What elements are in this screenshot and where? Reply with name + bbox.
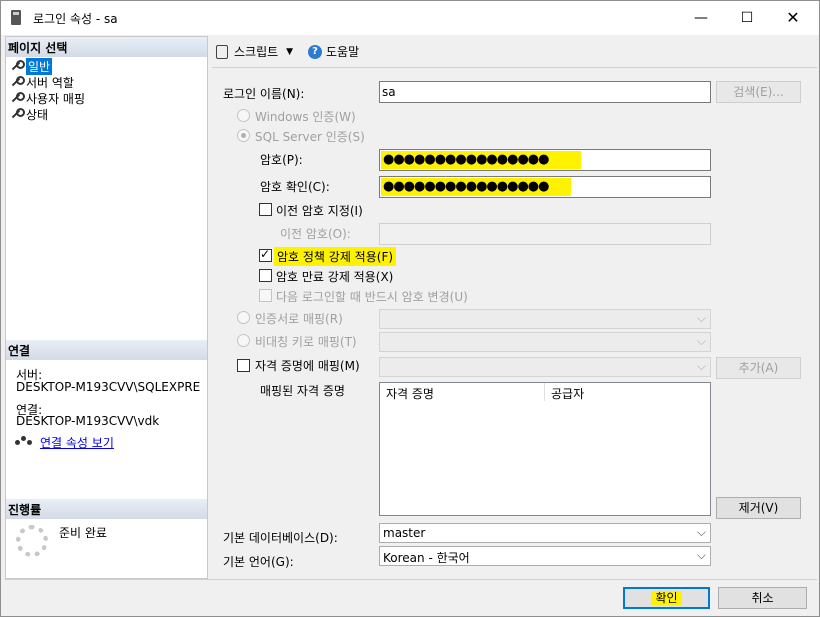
chevron-down-icon: ⌵	[696, 359, 706, 373]
login-name-label: 로그인 이름(N):	[223, 87, 305, 101]
help-icon: ?	[308, 44, 322, 59]
login-properties-dialog: 로그인 속성 - sa — ☐ ✕ 페이지 선택 일반 서버 역할 사용자 매핑…	[0, 0, 820, 617]
minimize-button[interactable]: —	[678, 1, 724, 35]
nav-item-user-mapping[interactable]: 사용자 매핑	[10, 90, 85, 106]
default-database-label: 기본 데이터베이스(D):	[223, 531, 338, 545]
old-password-field[interactable]	[379, 223, 711, 245]
nav-item-label: 서버 역할	[26, 75, 74, 90]
asym-key-mapped-label: 비대칭 키로 매핑(T)	[255, 335, 357, 349]
must-change-checkbox[interactable]	[259, 289, 272, 302]
left-pane: 페이지 선택 일반 서버 역할 사용자 매핑 상태 연결 서버: DESKTOP…	[5, 36, 208, 579]
window-title: 로그인 속성 - sa	[33, 12, 118, 26]
chevron-down-icon: ⌵	[696, 548, 706, 562]
mapped-credentials-label: 매핑된 자격 증명	[260, 384, 345, 398]
asymmetric-key-select[interactable]: ⌵	[379, 332, 711, 352]
enforce-expiration-label: 암호 만료 강제 적용(X)	[276, 270, 394, 284]
view-connection-properties-link[interactable]: 연결 속성 보기	[40, 434, 114, 451]
login-name-field[interactable]: sa	[379, 81, 711, 103]
asym-key-mapped-radio[interactable]	[237, 334, 250, 347]
default-language-value: Korean - 한국어	[383, 551, 470, 565]
chevron-down-icon: ⌵	[696, 311, 706, 325]
specify-old-password-label: 이전 암호 지정(I)	[276, 204, 363, 218]
wrench-icon	[10, 108, 25, 120]
password-label: 암호(P):	[260, 153, 303, 167]
specify-old-password-checkbox[interactable]	[259, 203, 272, 216]
nav-item-label: 사용자 매핑	[26, 91, 86, 106]
password-field[interactable]: ●●●●●●●●●●●●●●●●	[379, 149, 711, 171]
default-database-select[interactable]: master ⌵	[379, 523, 711, 543]
certificate-select[interactable]: ⌵	[379, 309, 711, 329]
wrench-icon	[10, 76, 25, 88]
enforce-expiration-checkbox[interactable]	[259, 269, 272, 282]
default-language-select[interactable]: Korean - 한국어 ⌵	[379, 546, 711, 566]
confirm-password-label: 암호 확인(C):	[260, 180, 330, 194]
default-language-label: 기본 언어(G):	[223, 555, 294, 569]
footer-divider	[5, 579, 817, 580]
ok-button[interactable]: 확인	[623, 587, 710, 609]
close-button[interactable]: ✕	[770, 1, 816, 35]
cert-mapped-label: 인증서로 매핑(R)	[255, 312, 343, 326]
chevron-down-icon: ⌵	[696, 525, 706, 539]
toolbar: 스크립트 ▼ ? 도움말	[212, 37, 817, 65]
title-bar: 로그인 속성 - sa — ☐ ✕	[1, 1, 819, 35]
cert-mapped-radio[interactable]	[237, 311, 250, 324]
password-mask: ●●●●●●●●●●●●●●●●	[381, 151, 581, 169]
credential-mapped-label: 자격 증명에 매핑(M)	[255, 359, 360, 373]
remove-credential-button[interactable]: 제거(V)	[716, 497, 801, 519]
script-button[interactable]: 스크립트 ▼	[216, 43, 293, 60]
must-change-label: 다음 로그인할 때 반드시 암호 변경(U)	[276, 290, 468, 304]
toolbar-divider	[212, 67, 817, 68]
nav-item-label: 일반	[26, 57, 53, 75]
maximize-button[interactable]: ☐	[724, 1, 770, 35]
chevron-down-icon: ⌵	[696, 334, 706, 348]
sql-auth-radio[interactable]	[237, 129, 250, 142]
chevron-down-icon[interactable]: ▼	[286, 47, 293, 57]
cancel-button[interactable]: 취소	[718, 587, 807, 609]
help-button[interactable]: ? 도움말	[308, 43, 359, 60]
server-value: DESKTOP-M193CVV\SQLEXPRE	[16, 380, 201, 394]
connection-icon	[15, 436, 33, 450]
nav-item-general[interactable]: 일반	[10, 57, 53, 75]
nav-item-server-roles[interactable]: 서버 역할	[10, 74, 74, 90]
connection-value: DESKTOP-M193CVV\vdk	[16, 414, 160, 428]
default-database-value: master	[383, 526, 426, 540]
sql-auth-label: SQL Server 인증(S)	[255, 130, 365, 144]
wrench-icon	[10, 60, 25, 72]
add-credential-button[interactable]: 추가(A)	[716, 357, 801, 379]
help-label: 도움말	[326, 45, 360, 59]
ok-button-label: 확인	[651, 591, 682, 605]
windows-auth-radio[interactable]	[237, 109, 250, 122]
windows-auth-label: Windows 인증(W)	[255, 110, 356, 124]
progress-status: 준비 완료	[59, 526, 107, 540]
nav-item-label: 상태	[26, 107, 49, 122]
credential-mapped-checkbox[interactable]	[237, 359, 250, 372]
page-select-header: 페이지 선택	[6, 37, 207, 57]
nav-item-status[interactable]: 상태	[10, 106, 48, 122]
grid-header-provider[interactable]: 공급자	[545, 383, 710, 401]
grid-header-credential[interactable]: 자격 증명	[380, 383, 545, 401]
progress-spinner-icon	[16, 525, 48, 557]
search-button[interactable]: 검색(E)...	[716, 81, 801, 103]
connection-header: 연결	[6, 340, 207, 360]
old-password-label: 이전 암호(O):	[280, 227, 351, 241]
wrench-icon	[10, 92, 25, 104]
server-icon	[11, 10, 21, 25]
script-label: 스크립트	[234, 45, 279, 59]
confirm-password-field[interactable]: ●●●●●●●●●●●●●●●●	[379, 176, 711, 198]
credential-select[interactable]: ⌵	[379, 357, 711, 377]
mapped-credentials-grid[interactable]: 자격 증명 공급자	[379, 382, 711, 516]
confirm-password-mask: ●●●●●●●●●●●●●●●●	[381, 178, 571, 196]
progress-header: 진행률	[6, 499, 207, 519]
enforce-policy-label: 암호 정책 강제 적용(F)	[274, 247, 397, 266]
script-icon	[216, 44, 228, 59]
enforce-policy-checkbox[interactable]	[259, 247, 272, 262]
